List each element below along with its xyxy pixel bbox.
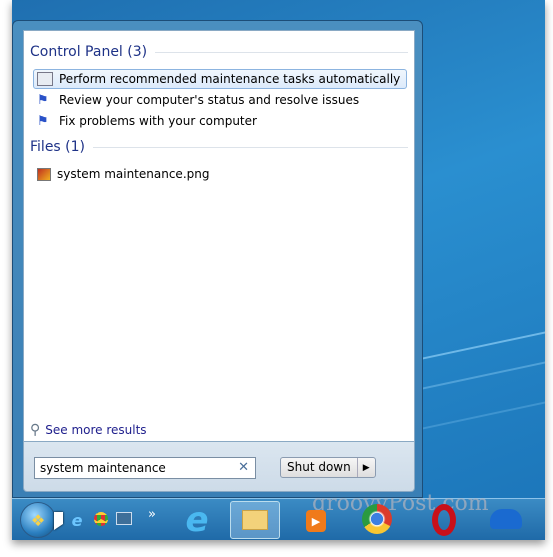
folder-icon [242,510,268,530]
image-file-icon [37,167,51,181]
windows-logo-icon: ❖ [30,510,46,530]
result-label: system maintenance.png [57,167,210,181]
internet-explorer-button[interactable]: e [177,500,217,540]
shutdown-button[interactable]: Shut down [281,458,357,477]
result-perform-maintenance[interactable]: Perform recommended maintenance tasks au… [33,69,407,89]
chrome-quicklaunch-icon[interactable] [94,512,108,526]
see-more-results-link[interactable]: ⚲ See more results [30,422,147,438]
search-results-panel: Control Panel (3) Perform recommended ma… [23,30,415,442]
group-title: Files (1) [30,139,86,155]
chrome-button[interactable] [362,504,392,534]
result-label: Perform recommended maintenance tasks au… [59,72,401,86]
result-fix-problems[interactable]: ⚑ Fix problems with your computer [33,111,407,131]
show-desktop-icon[interactable] [116,512,132,525]
result-label: Review your computer's status and resolv… [59,93,360,107]
taskbar: groovyPost.com ❖ e » e ▶ [12,491,545,540]
start-menu: Control Panel (3) Perform recommended ma… [12,20,423,498]
result-label: Fix problems with your computer [59,114,257,128]
search-icon: ⚲ [30,422,41,438]
search-value: system maintenance [40,461,166,475]
overflow-chevron[interactable]: » [148,507,156,522]
ie-quicklaunch-icon[interactable]: e [68,511,86,530]
mouse-cursor-icon [54,512,63,530]
skydrive-button[interactable] [490,509,522,529]
result-system-maintenance-png[interactable]: system maintenance.png [33,164,407,184]
flag-icon: ⚑ [37,114,49,129]
group-title: Control Panel (3) [30,44,148,60]
see-more-label: See more results [45,423,147,437]
opera-button[interactable] [432,504,456,536]
media-player-button[interactable]: ▶ [306,510,326,532]
group-header-control-panel[interactable]: Control Panel (3) [30,44,408,60]
flag-icon: ⚑ [37,93,49,108]
action-center-icon [37,72,53,86]
file-explorer-button[interactable] [230,501,280,539]
shutdown-options-arrow-icon[interactable]: ▶ [356,458,375,477]
clear-search-icon[interactable]: ✕ [238,460,249,475]
shutdown-button-group: Shut down ▶ [280,457,376,478]
result-review-status[interactable]: ⚑ Review your computer's status and resol… [33,90,407,110]
search-input[interactable]: system maintenance ✕ [34,457,256,479]
start-button[interactable]: ❖ [20,502,56,538]
start-menu-footer: system maintenance ✕ Shut down ▶ [23,442,415,492]
group-header-files[interactable]: Files (1) [30,139,408,155]
